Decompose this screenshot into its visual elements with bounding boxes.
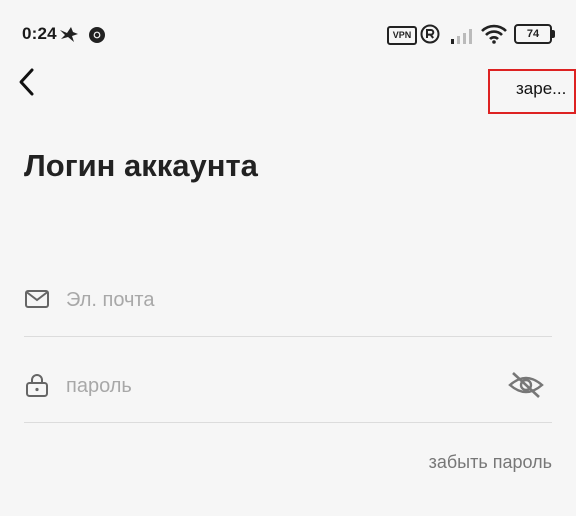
login-screen: 0:24 VPN 74 заре... Логин аккаунта Эл. п… [0,0,576,516]
wifi-icon [481,24,507,44]
status-bar: 0:24 VPN 74 [0,0,576,66]
email-field[interactable] [24,276,552,337]
email-input[interactable] [66,286,486,314]
bird-icon [60,27,78,42]
back-button[interactable] [14,66,44,98]
lock-icon [26,374,48,397]
chevron-left-icon [19,68,34,96]
password-visibility-toggle[interactable] [508,370,544,405]
signal-icon [451,29,472,44]
chrome-icon [89,27,105,43]
eye-off-icon [508,372,544,398]
battery-icon: 74 [514,24,552,44]
password-field[interactable] [24,362,552,423]
mail-icon [25,290,49,308]
page-title: Логин аккаунта [24,148,258,183]
forgot-password-link[interactable]: забыть пароль [429,452,552,473]
registered-icon [420,24,440,44]
password-input[interactable] [66,372,486,400]
status-time: 0:24 [22,24,57,43]
register-button[interactable]: заре... [488,69,576,114]
vpn-icon: VPN [387,26,417,45]
battery-tip [552,30,555,38]
